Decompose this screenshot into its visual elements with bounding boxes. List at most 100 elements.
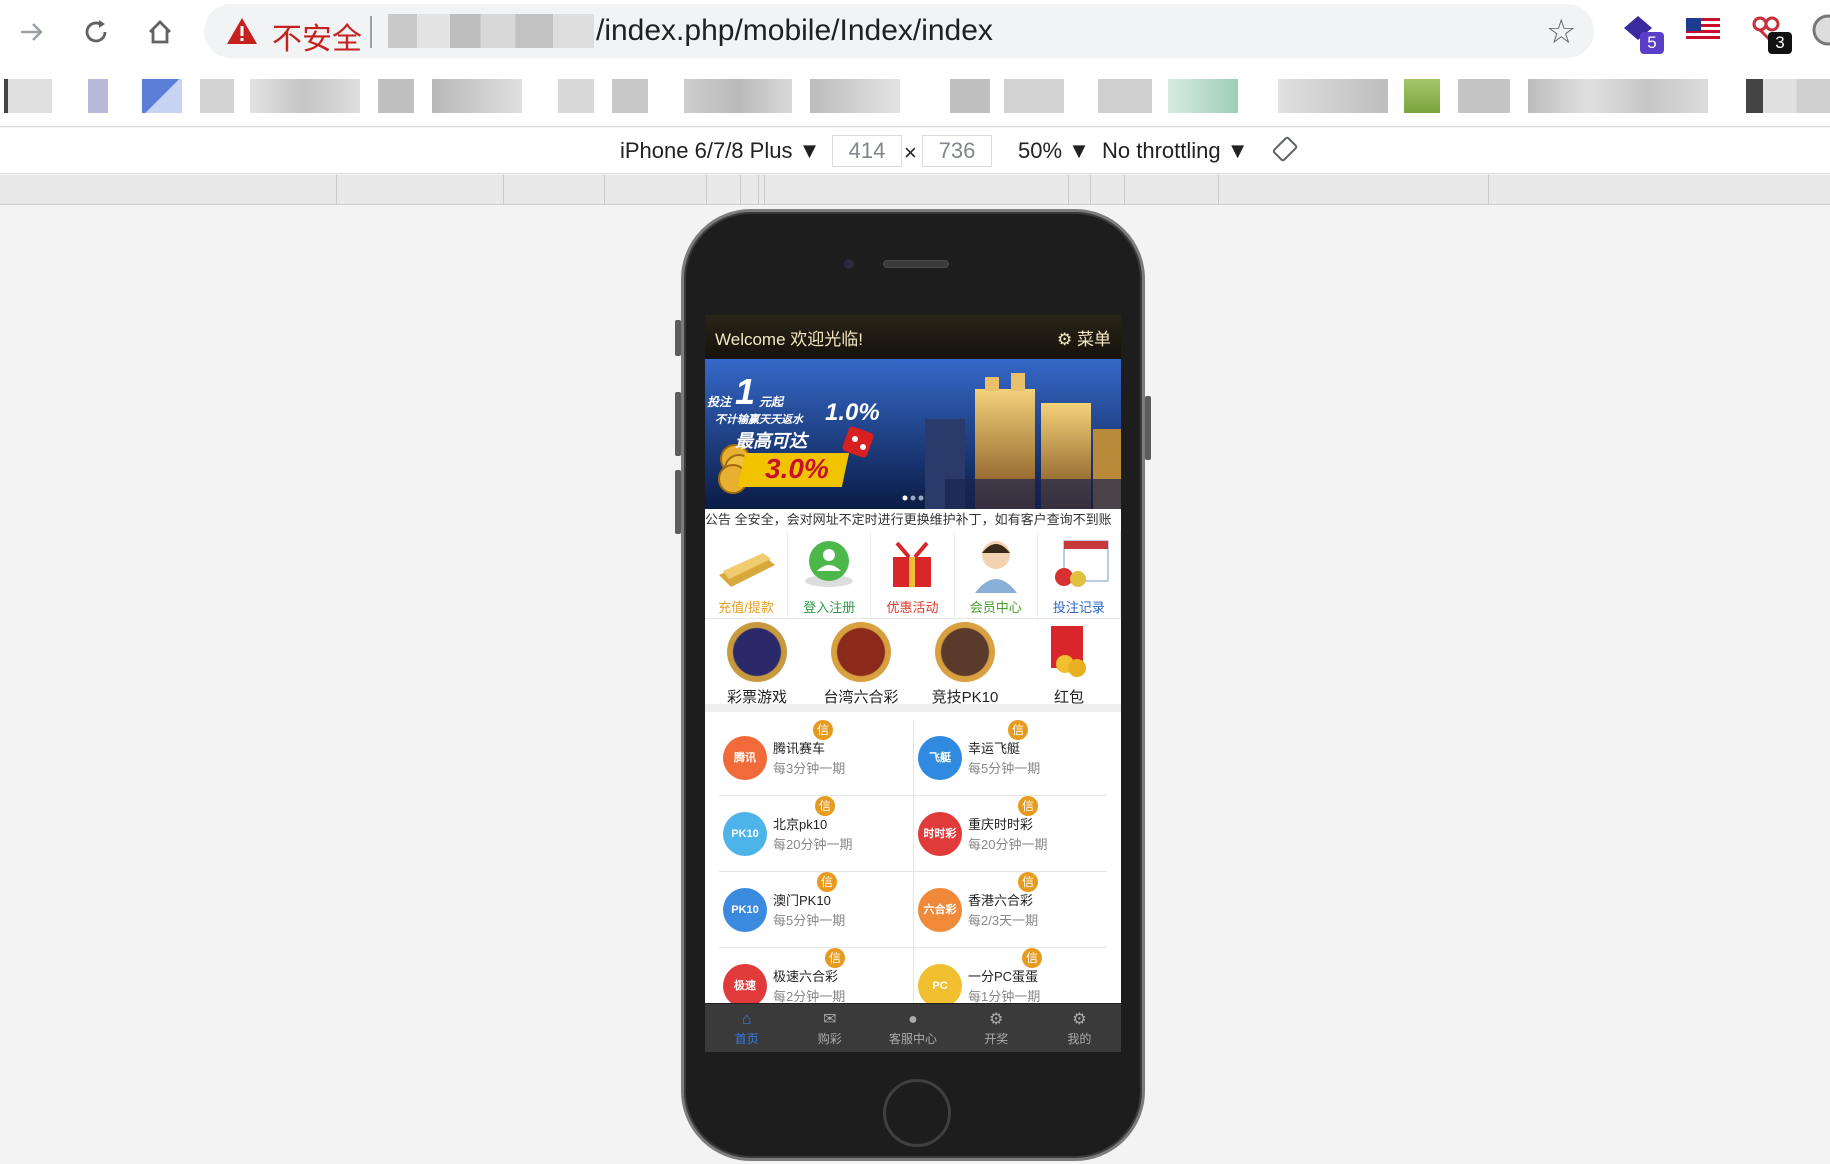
- reload-icon[interactable]: [74, 10, 118, 54]
- lottery-ticket-icon: [1054, 540, 1109, 587]
- lottery-name: 香港六合彩: [968, 893, 1034, 908]
- bookmark-item[interactable]: [1528, 79, 1708, 113]
- envelope-icon: ✉: [823, 1011, 837, 1028]
- extension-badge: 5: [1640, 32, 1664, 54]
- ruler-tick: [758, 175, 759, 205]
- extension-badge: 3: [1768, 32, 1792, 54]
- roulette-icon: [935, 622, 995, 682]
- lottery-item[interactable]: 时时彩 重庆时时彩 每20分钟一期 信: [913, 796, 1105, 872]
- user-icon: [805, 541, 854, 587]
- game-lottery[interactable]: 彩票游戏: [705, 620, 809, 706]
- bookmark-item[interactable]: [250, 79, 360, 113]
- bookmark-item[interactable]: [810, 79, 900, 113]
- bookmark-star-icon[interactable]: ☆: [1546, 12, 1576, 52]
- shortcut-row: 充值/提款 登入注册 优惠活动 会员中心 投注记录: [705, 531, 1121, 619]
- lottery-game-icon: [727, 622, 787, 682]
- bookmark-item[interactable]: [1746, 79, 1830, 113]
- lottery-item[interactable]: 六合彩 香港六合彩 每2/3天一期 信: [913, 872, 1105, 948]
- ruler-tick: [1124, 175, 1125, 205]
- menu-button[interactable]: ⚙ 菜单: [1057, 325, 1111, 350]
- app-screen: Welcome 欢迎光临! ⚙ 菜单 投注 1 元起 不计输赢天天返水 1.0%…: [705, 315, 1121, 1052]
- extension-icon-1[interactable]: 5: [1618, 10, 1664, 54]
- shortcut-bet-history[interactable]: 投注记录: [1038, 531, 1121, 618]
- home-icon[interactable]: [138, 10, 182, 54]
- game-taiwan-mark-six[interactable]: 台湾六合彩: [809, 620, 913, 706]
- tab-home[interactable]: ⌂ 首页: [705, 1004, 788, 1052]
- bookmark-item[interactable]: [558, 79, 594, 113]
- forward-icon[interactable]: [10, 10, 54, 54]
- credit-badge: 信: [813, 720, 833, 740]
- bookmark-item[interactable]: [1098, 79, 1152, 113]
- banner-rate-2: 3.0%: [765, 453, 829, 484]
- game-pk10[interactable]: 竞技PK10: [913, 620, 1017, 706]
- shortcut-label: 优惠活动: [886, 600, 939, 615]
- lottery-logo-icon: 极速: [723, 964, 767, 1008]
- banner-rate-1: 1.0%: [825, 399, 880, 426]
- shortcut-promotions[interactable]: 优惠活动: [871, 531, 955, 618]
- shortcut-member-center[interactable]: 会员中心: [955, 531, 1038, 618]
- lottery-name: 腾讯赛车: [773, 741, 826, 756]
- announcement-ticker[interactable]: 公告 全安全，会对网址不定时进行更换维护补丁，如有客户查询不到账: [705, 509, 1121, 531]
- mark-six-icon: [831, 622, 891, 682]
- bookmark-item[interactable]: [1458, 79, 1510, 113]
- tab-draw-results[interactable]: ⚙ 开奖: [955, 1004, 1038, 1052]
- bookmark-item[interactable]: [1168, 79, 1238, 113]
- lottery-item[interactable]: PK10 澳门PK10 每5分钟一期 信: [719, 872, 911, 948]
- lottery-item[interactable]: PK10 北京pk10 每20分钟一期 信: [719, 796, 911, 872]
- bookmark-item[interactable]: [684, 79, 792, 113]
- tab-buy-lottery[interactable]: ✉ 购彩: [788, 1004, 871, 1052]
- extension-icon-3[interactable]: [1808, 10, 1830, 50]
- bookmark-item[interactable]: [1278, 79, 1388, 113]
- gift-box-icon: [893, 541, 932, 587]
- bookmark-item[interactable]: [378, 79, 414, 113]
- gear-icon: ⚙: [1057, 330, 1073, 349]
- home-icon: ⌂: [741, 1011, 752, 1028]
- lottery-logo-icon: 飞艇: [918, 736, 962, 780]
- lottery-name: 重庆时时彩: [968, 817, 1034, 832]
- lottery-period: 每5分钟一期: [968, 761, 1041, 776]
- bookmark-item[interactable]: [1404, 79, 1440, 113]
- shortcut-deposit-withdraw[interactable]: 充值/提款: [705, 531, 789, 618]
- tab-label: 开奖: [984, 1032, 1009, 1046]
- bookmark-item[interactable]: [142, 79, 182, 113]
- bottom-tab-bar: ⌂ 首页 ✉ 购彩 ● 客服中心 ⚙ 开奖 ⚙ 我的: [705, 1003, 1121, 1052]
- zoom-select[interactable]: 50% ▼: [1018, 138, 1090, 164]
- home-button[interactable]: [883, 1079, 951, 1147]
- bookmark-item[interactable]: [432, 79, 522, 113]
- url-text[interactable]: /index.php/mobile/Index/index: [596, 14, 993, 48]
- width-input[interactable]: 414: [832, 135, 902, 167]
- support-agent-icon: [974, 541, 1017, 593]
- lottery-item[interactable]: 腾讯 腾讯赛车 每3分钟一期 信: [719, 720, 911, 796]
- ruler-tick: [604, 175, 605, 205]
- credit-badge: 信: [825, 948, 845, 968]
- lottery-name: 北京pk10: [773, 817, 828, 832]
- security-label[interactable]: 不安全: [272, 14, 362, 58]
- volume-down-button: [675, 470, 681, 534]
- tab-customer-service[interactable]: ● 客服中心: [871, 1004, 954, 1052]
- bookmark-item[interactable]: [88, 79, 108, 113]
- bookmark-item[interactable]: [4, 79, 52, 113]
- tab-profile[interactable]: ⚙ 我的: [1038, 1004, 1121, 1052]
- media-query-ruler[interactable]: [0, 175, 1830, 205]
- bookmark-item[interactable]: [612, 79, 648, 113]
- rotate-icon[interactable]: [1272, 136, 1298, 168]
- bookmark-item[interactable]: [950, 79, 990, 113]
- address-bar[interactable]: 不安全 /index.php/mobile/Index/index ☆: [204, 4, 1594, 58]
- lottery-logo-icon: PK10: [723, 812, 767, 856]
- bookmark-item[interactable]: [200, 79, 234, 113]
- lottery-row: PK10 北京pk10 每20分钟一期 信 时时彩 重庆时时彩 每20分钟一期 …: [719, 796, 1107, 872]
- lottery-item[interactable]: 飞艇 幸运飞艇 每5分钟一期 信: [913, 720, 1105, 796]
- red-envelope-icon: [1051, 626, 1086, 677]
- bookmark-item[interactable]: [1004, 79, 1064, 113]
- game-red-envelope[interactable]: 红包: [1017, 620, 1121, 706]
- flag-icon[interactable]: [1686, 10, 1726, 50]
- device-select[interactable]: iPhone 6/7/8 Plus ▼: [620, 138, 820, 164]
- volume-up-button: [675, 392, 681, 456]
- height-input[interactable]: 736: [922, 135, 992, 167]
- extension-icon-2[interactable]: 3: [1746, 10, 1792, 54]
- shortcut-login-register[interactable]: 登入注册: [788, 531, 872, 618]
- throttling-select[interactable]: No throttling ▼: [1102, 138, 1249, 164]
- banner-text-yuan: 元起: [759, 395, 784, 409]
- promo-banner[interactable]: 投注 1 元起 不计输赢天天返水 1.0% 最高可达 3.0%: [705, 359, 1121, 509]
- lottery-name: 极速六合彩: [773, 969, 839, 984]
